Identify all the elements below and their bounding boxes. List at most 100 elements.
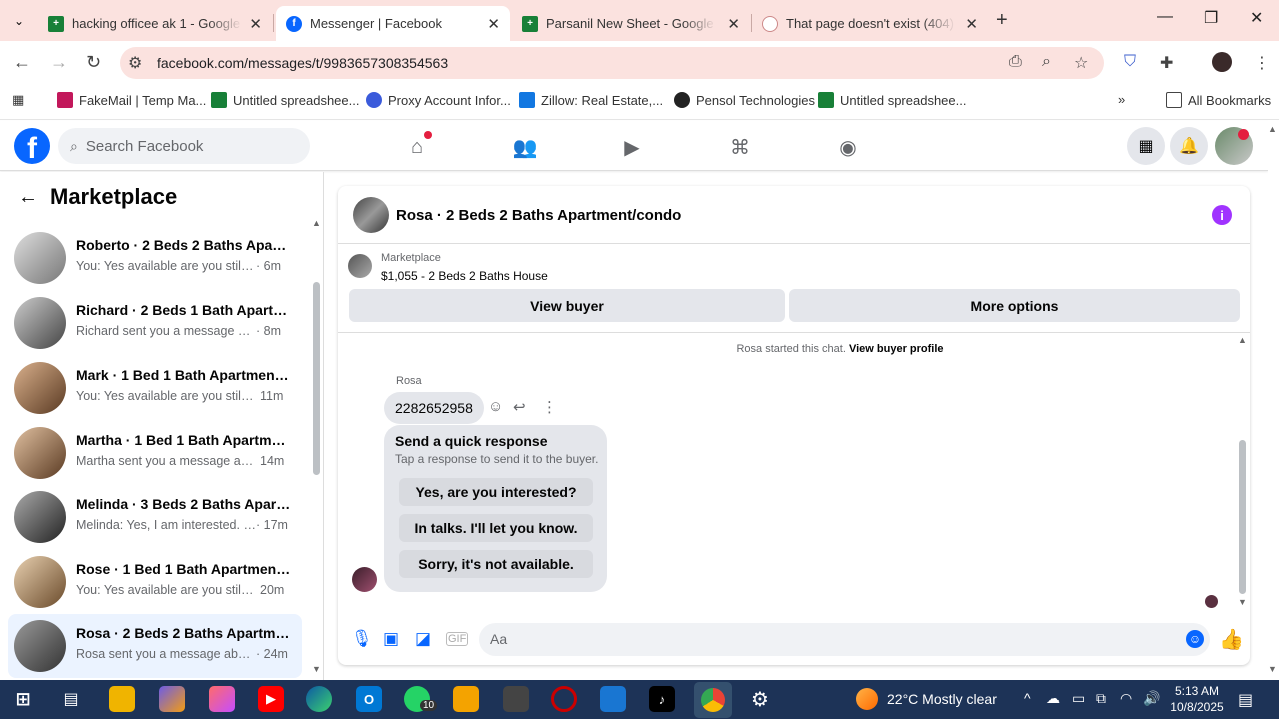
bookmark-fakemail[interactable]: FakeMail | Temp Ma... (57, 92, 206, 108)
restore-icon[interactable]: ❐ (1204, 8, 1218, 28)
video-icon[interactable]: ▶ (619, 134, 645, 160)
close-icon[interactable]: ✕ (727, 15, 740, 33)
app-icon[interactable] (209, 686, 235, 712)
quick-response-in-talks[interactable]: In talks. I'll let you know. (399, 514, 593, 542)
windows-start-icon[interactable]: ⊞ (10, 686, 36, 712)
tab-search-chevron-icon[interactable]: ⌄ (8, 10, 30, 32)
speaker-icon[interactable]: 🔊 (1143, 690, 1160, 707)
more-icon[interactable]: ⋮ (542, 398, 557, 416)
outlook-icon[interactable]: O (356, 686, 382, 712)
scroll-up-icon[interactable]: ▲ (312, 218, 321, 228)
tab-sheet-1[interactable]: + hacking officee ak 1 - Google Sh ✕ (38, 6, 272, 41)
smiley-icon[interactable]: ☺ (488, 398, 503, 415)
quick-response-not-available[interactable]: Sorry, it's not available. (399, 550, 593, 578)
list-item-selected[interactable]: Rosa · 2 Beds 2 Baths Apartmen... Rosa s… (8, 614, 302, 678)
bookmark-spreadsheet-2[interactable]: Untitled spreadshee... (818, 92, 966, 108)
more-options-button[interactable]: More options (789, 289, 1240, 322)
list-item[interactable]: Rose · 1 Bed 1 Bath Apartment/c... You: … (8, 550, 302, 614)
emoji-icon[interactable]: ☺ (1186, 630, 1204, 648)
menu-grid-icon[interactable]: ▦ (1127, 127, 1165, 165)
friends-icon[interactable]: 👥 (512, 134, 538, 160)
list-item[interactable]: Martha · 1 Bed 1 Bath Apartmen... Martha… (8, 421, 302, 485)
edge-icon[interactable] (306, 686, 332, 712)
info-icon[interactable]: i (1212, 205, 1232, 225)
bookmark-pensol[interactable]: Pensol Technologies (674, 92, 815, 108)
bookmark-star-icon[interactable]: ☆ (1074, 53, 1088, 73)
back-arrow-icon[interactable]: ← (13, 52, 31, 73)
close-icon[interactable]: ✕ (965, 15, 978, 33)
view-buyer-button[interactable]: View buyer (349, 289, 785, 322)
settings-gear-icon[interactable]: ⚙ (747, 686, 773, 712)
page-scrollbar[interactable] (1268, 121, 1279, 680)
weather-widget[interactable]: 22°C Mostly clear (887, 691, 997, 707)
facebook-logo[interactable]: f (14, 128, 50, 164)
scroll-down-icon[interactable]: ▼ (1238, 597, 1247, 607)
chrome-taskbar-button[interactable] (694, 682, 732, 718)
task-view-icon[interactable]: ▤ (58, 686, 84, 712)
bell-icon[interactable]: 🔔 (1170, 127, 1208, 165)
tab-404[interactable]: That page doesn't exist (404) - F ✕ (752, 6, 988, 41)
notification-center-icon[interactable]: ▤ (1238, 690, 1253, 710)
tab-sheet-2[interactable]: + Parsanil New Sheet - Google She ✕ (512, 6, 750, 41)
reply-icon[interactable]: ↩ (513, 398, 526, 416)
shield-extension-icon[interactable]: ⛉ (1124, 53, 1136, 71)
scroll-down-icon[interactable]: ▼ (1268, 664, 1277, 674)
list-item[interactable]: Melinda · 3 Beds 2 Baths Apart... Melind… (8, 485, 302, 549)
bookmark-proxy[interactable]: Proxy Account Infor... (366, 92, 511, 108)
message-bubble[interactable]: 2282652958 (384, 392, 484, 424)
minimize-icon[interactable]: — (1157, 8, 1173, 26)
back-arrow-icon[interactable]: ← (18, 186, 38, 209)
profile-avatar[interactable] (1212, 52, 1232, 72)
weather-moon-icon[interactable] (856, 688, 878, 710)
bookmark-zillow[interactable]: Zillow: Real Estate,... (519, 92, 663, 108)
view-buyer-profile-link[interactable]: View buyer profile (849, 343, 944, 355)
list-item[interactable]: Roberto · 2 Beds 2 Baths Apart... You: Y… (8, 226, 302, 290)
new-tab-plus-icon[interactable]: + (996, 9, 1008, 32)
apps-grid-icon[interactable]: ▦ (12, 92, 24, 108)
scroll-up-icon[interactable]: ▲ (1268, 124, 1277, 134)
close-icon[interactable]: ✕ (249, 15, 262, 33)
tab-messenger[interactable]: f Messenger | Facebook ✕ (276, 6, 510, 41)
file-explorer-icon[interactable] (109, 686, 135, 712)
menu-kebab-icon[interactable]: ⋮ (1254, 53, 1270, 73)
scrollbar-thumb[interactable] (1239, 440, 1246, 594)
tiktok-icon[interactable]: ♪ (649, 686, 675, 712)
reload-icon[interactable]: ↻ (86, 52, 101, 73)
bookmark-spreadsheet-1[interactable]: Untitled spreadshee... (211, 92, 359, 108)
microphone-icon[interactable]: 🎙 (351, 629, 373, 649)
app-medal-icon[interactable] (453, 686, 479, 712)
site-settings-icon[interactable]: ⚙ (128, 53, 142, 73)
all-bookmarks[interactable]: All Bookmarks (1166, 92, 1271, 108)
device-icon[interactable]: ⧉ (1096, 690, 1106, 707)
battery-icon[interactable]: ▭ (1072, 690, 1085, 707)
wifi-icon[interactable]: ◠ (1120, 690, 1132, 707)
opera-icon[interactable] (551, 686, 577, 712)
quick-response-interested[interactable]: Yes, are you interested? (399, 478, 593, 506)
store-icon[interactable] (600, 686, 626, 712)
zoom-icon[interactable]: ⌕ (1042, 53, 1051, 71)
chat-title[interactable]: Rosa · 2 Beds 2 Baths Apartment/condo (396, 207, 681, 224)
close-icon[interactable]: ✕ (487, 15, 500, 33)
scroll-up-icon[interactable]: ▲ (1238, 335, 1247, 345)
chevron-up-icon[interactable]: ^ (1024, 690, 1031, 706)
thumbs-up-icon[interactable]: 👍 (1219, 627, 1244, 652)
youtube-icon[interactable]: ▶ (258, 686, 284, 712)
listing-title[interactable]: $1,055 - 2 Beds 2 Baths House (381, 269, 548, 283)
onedrive-cloud-icon[interactable]: ☁ (1046, 690, 1060, 707)
scroll-down-icon[interactable]: ▼ (312, 664, 321, 674)
close-window-icon[interactable]: ✕ (1250, 8, 1263, 28)
forward-arrow-icon[interactable]: → (50, 52, 68, 73)
app-icon[interactable] (503, 686, 529, 712)
gif-icon[interactable]: GIF (446, 632, 469, 646)
scrollbar-thumb[interactable] (313, 282, 320, 475)
marketplace-icon[interactable]: ⌘ (727, 134, 753, 160)
sticker-icon[interactable]: ◪ (415, 629, 431, 649)
system-clock[interactable]: 5:13 AM 10/8/2025 (1168, 683, 1226, 715)
message-input[interactable] (479, 623, 1210, 656)
install-app-icon[interactable]: ⎙ (1009, 53, 1022, 71)
more-bookmarks-chevron-icon[interactable]: » (1118, 92, 1125, 107)
list-item[interactable]: Richard · 2 Beds 1 Bath Apartme... Richa… (8, 291, 302, 355)
groups-icon[interactable]: ◉ (835, 134, 861, 160)
copilot-icon[interactable] (159, 686, 185, 712)
list-item[interactable]: Mark · 1 Bed 1 Bath Apartment/... You: Y… (8, 356, 302, 420)
